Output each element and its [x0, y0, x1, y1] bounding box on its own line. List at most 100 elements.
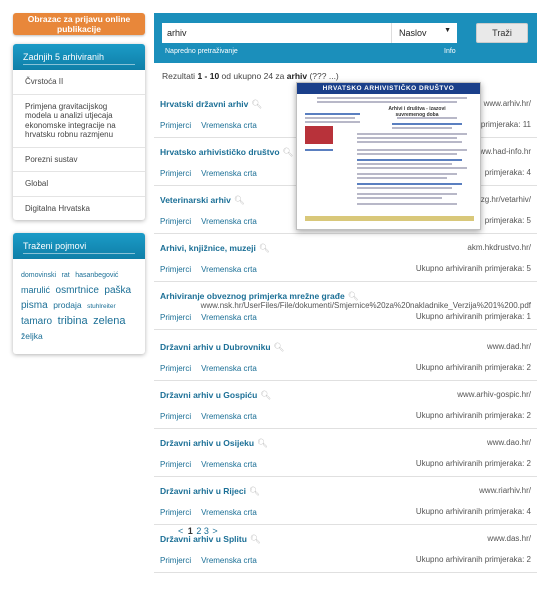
result-links: Primjerci Vremenska crta: [160, 363, 267, 373]
magnifier-icon[interactable]: 🔍︎: [259, 243, 270, 253]
timeline-link[interactable]: Vremenska crta: [201, 121, 257, 130]
result-links: Primjerci Vremenska crta: [160, 120, 267, 130]
results-count-mid: od ukupno 24 za: [219, 71, 287, 81]
tag-cloud-term[interactable]: zelena: [93, 315, 125, 327]
copies-link[interactable]: Primjerci: [160, 265, 191, 274]
result-title-link[interactable]: Državni arhiv u Rijeci 🔍︎: [160, 486, 260, 497]
pagination-page[interactable]: 1: [188, 526, 193, 536]
tag-cloud-term[interactable]: hasanbegović: [75, 272, 118, 279]
recent-archived-item[interactable]: Primjena gravitacijskog modela u analizi…: [13, 95, 145, 148]
result-title-link[interactable]: Državni arhiv u Osijeku 🔍︎: [160, 438, 268, 449]
magnifier-icon[interactable]: 🔍︎: [249, 486, 260, 496]
advanced-search-link[interactable]: Napredno pretraživanje: [165, 48, 238, 55]
report-publication-button[interactable]: Obrazac za prijavu online publikacije: [13, 13, 145, 35]
magnifier-icon[interactable]: 🔍︎: [250, 534, 261, 544]
preview-logo: [305, 126, 333, 144]
tag-cloud-term[interactable]: osmrtnice: [56, 285, 99, 296]
preview-text-line: [357, 137, 457, 139]
search-header: Naslov ▼ Traži Napredno pretraživanje In…: [154, 13, 537, 63]
copies-link[interactable]: Primjerci: [160, 364, 191, 373]
timeline-link[interactable]: Vremenska crta: [201, 460, 257, 469]
magnifier-icon[interactable]: 🔍︎: [257, 438, 268, 448]
recent-archived-item[interactable]: Global: [13, 172, 145, 197]
preview-text-line: [357, 187, 452, 189]
copies-link[interactable]: Primjerci: [160, 313, 191, 322]
copies-link[interactable]: Primjerci: [160, 121, 191, 130]
result-title-link[interactable]: Arhivi, knjižnice, muzeji 🔍︎: [160, 243, 270, 254]
preview-text-line: [357, 153, 457, 155]
result-url[interactable]: www.dao.hr/: [487, 438, 531, 447]
magnifier-icon[interactable]: 🔍︎: [283, 147, 294, 157]
timeline-link[interactable]: Vremenska crta: [201, 313, 257, 322]
copies-link[interactable]: Primjerci: [160, 460, 191, 469]
result-url[interactable]: www.nsk.hr/UserFiles/File/dokumenti/Smje…: [201, 301, 531, 310]
copies-link[interactable]: Primjerci: [160, 556, 191, 565]
timeline-link[interactable]: Vremenska crta: [201, 169, 257, 178]
pagination-prev[interactable]: <: [178, 526, 183, 536]
tag-cloud-term[interactable]: tamaro: [21, 316, 52, 327]
result-title: Arhivi, knjižnice, muzeji: [160, 243, 256, 253]
result-url[interactable]: www.riarhiv.hr/: [479, 486, 531, 495]
recent-archived-item[interactable]: Porezni sustav: [13, 148, 145, 172]
result-url[interactable]: akm.hkdrustvo.hr/: [467, 243, 531, 252]
result-copy-count: Ukupno arhiviranih primjeraka: 2: [415, 555, 531, 564]
result-title-link[interactable]: Državni arhiv u Gospiću 🔍︎: [160, 390, 271, 401]
result-copy-count: Ukupno arhiviranih primjeraka: 2: [415, 363, 531, 372]
preview-text-line: [357, 193, 457, 195]
preview-text-line: [357, 149, 467, 151]
info-link[interactable]: Info: [444, 48, 456, 55]
preview-text-line: [357, 183, 462, 185]
tag-cloud-term[interactable]: domovinski: [21, 272, 56, 279]
timeline-link[interactable]: Vremenska crta: [201, 412, 257, 421]
result-title-link[interactable]: Veterinarski arhiv 🔍︎: [160, 195, 245, 206]
timeline-link[interactable]: Vremenska crta: [201, 556, 257, 565]
copies-link[interactable]: Primjerci: [160, 169, 191, 178]
pagination-next[interactable]: >: [212, 526, 217, 536]
timeline-link[interactable]: Vremenska crta: [201, 217, 257, 226]
result-links: Primjerci Vremenska crta: [160, 507, 267, 517]
result-title: Državni arhiv u Gospiću: [160, 390, 258, 400]
result-url[interactable]: www.dad.hr/: [487, 342, 531, 351]
magnifier-icon[interactable]: 🔍︎: [234, 195, 245, 205]
result-url[interactable]: zg.hr/vetarhiv/: [481, 195, 531, 204]
result-url[interactable]: www.had-info.hr: [474, 147, 531, 156]
tag-cloud-term[interactable]: marulić: [21, 285, 50, 295]
tag-cloud-term[interactable]: rat: [62, 272, 70, 279]
search-field-select[interactable]: Naslov ▼: [391, 23, 457, 43]
recent-archived-item[interactable]: Digitalna Hrvatska: [13, 197, 145, 221]
magnifier-icon[interactable]: 🔍︎: [251, 99, 262, 109]
magnifier-icon[interactable]: 🔍︎: [348, 291, 359, 301]
tag-cloud-term[interactable]: tribina: [58, 315, 88, 327]
copies-link[interactable]: Primjerci: [160, 217, 191, 226]
magnifier-icon[interactable]: 🔍︎: [260, 390, 271, 400]
copies-link[interactable]: Primjerci: [160, 412, 191, 421]
tag-cloud-term[interactable]: željka: [21, 331, 43, 341]
result-title-link[interactable]: Državni arhiv u Dubrovniku 🔍︎: [160, 342, 284, 353]
pagination-page[interactable]: 2: [196, 526, 201, 536]
timeline-link[interactable]: Vremenska crta: [201, 265, 257, 274]
tag-cloud-term[interactable]: pisma: [21, 300, 48, 311]
tag-cloud-term[interactable]: paška: [104, 285, 131, 296]
preview-text-line: [357, 167, 467, 169]
result-url[interactable]: www.arhiv.hr/: [484, 99, 531, 108]
search-terms-panel: Traženi pojmovi domovinski rat hasanbego…: [13, 233, 145, 354]
result-title-link[interactable]: Hrvatski državni arhiv 🔍︎: [160, 99, 262, 110]
search-button[interactable]: Traži: [476, 23, 528, 43]
result-title-link[interactable]: Hrvatsko arhivističko društvo 🔍︎: [160, 147, 293, 158]
copies-link[interactable]: Primjerci: [160, 508, 191, 517]
recent-archived-panel: Zadnjih 5 arhiviranih Čvrstoća II Primjen…: [13, 44, 145, 220]
pagination: < 1 2 3 >: [178, 526, 218, 536]
result-url[interactable]: www.arhiv-gospic.hr/: [457, 390, 531, 399]
pagination-page[interactable]: 3: [204, 526, 209, 536]
timeline-link[interactable]: Vremenska crta: [201, 508, 257, 517]
tag-cloud-term[interactable]: stuhlreiter: [87, 303, 116, 310]
recent-archived-item[interactable]: Čvrstoća II: [13, 70, 145, 95]
preview-text-line: [357, 177, 447, 179]
timeline-link[interactable]: Vremenska crta: [201, 364, 257, 373]
search-input[interactable]: [162, 23, 396, 43]
magnifier-icon[interactable]: 🔍︎: [274, 342, 285, 352]
result-url[interactable]: www.das.hr/: [487, 534, 531, 543]
preview-text-line: [317, 101, 457, 103]
tag-cloud-term[interactable]: prodaja: [53, 300, 81, 310]
preview-text-line: [317, 97, 467, 99]
